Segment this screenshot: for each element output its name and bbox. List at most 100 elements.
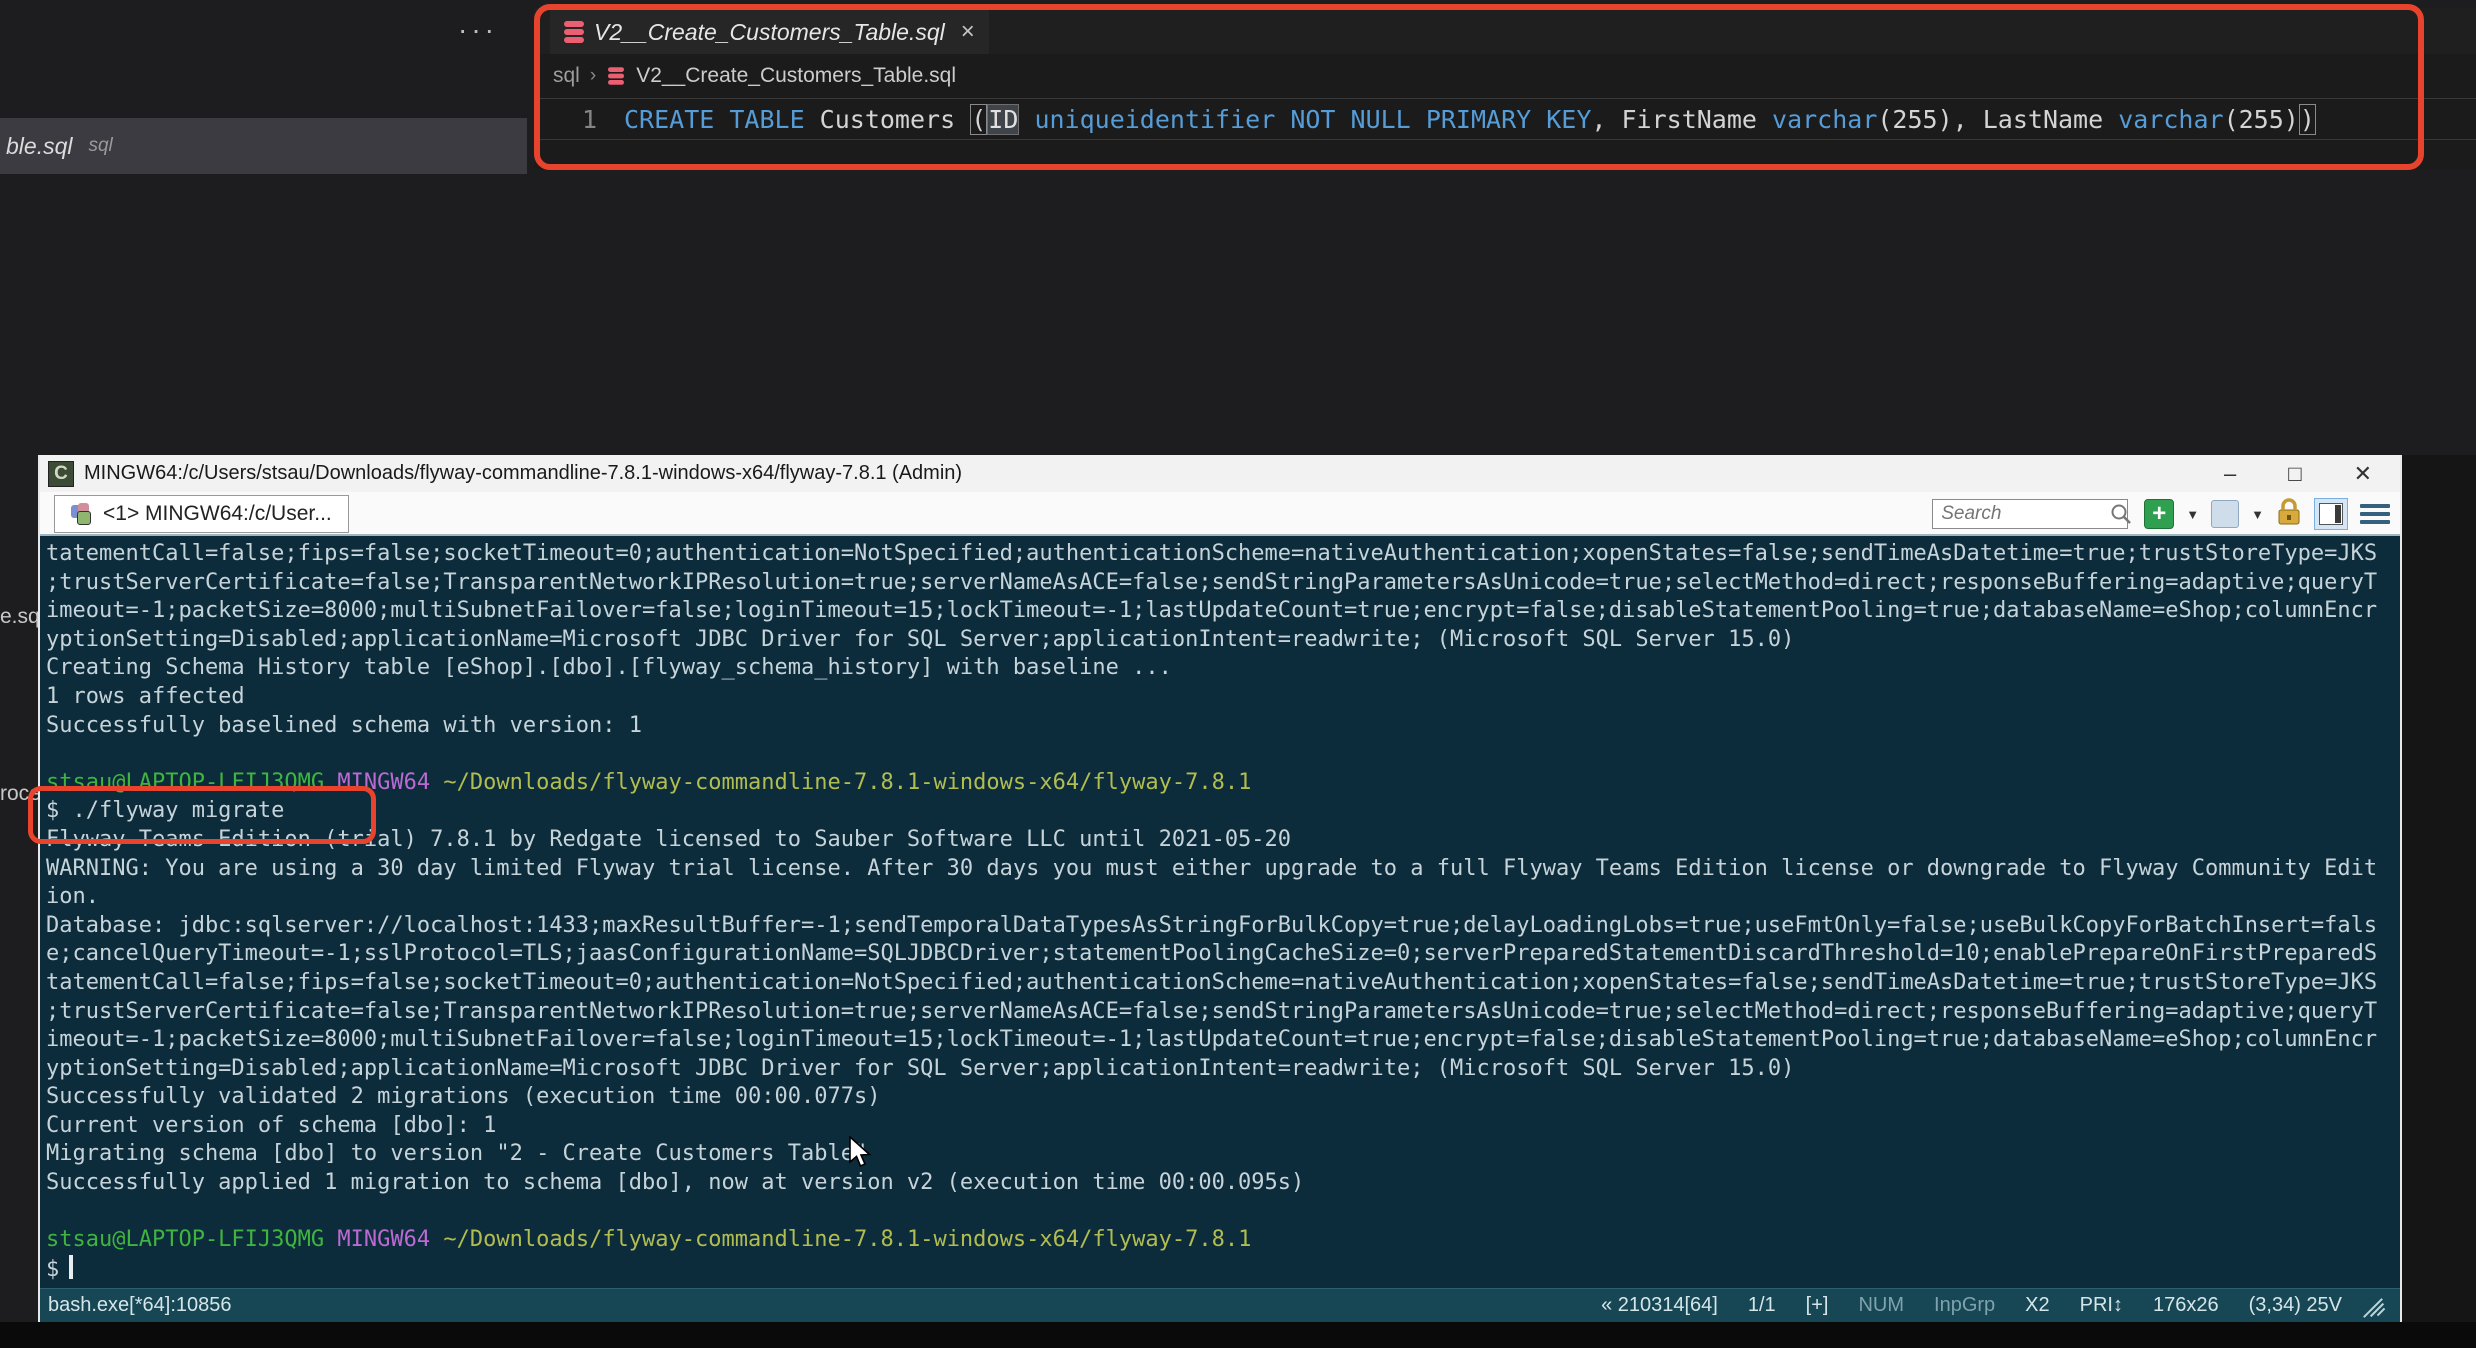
background-shade — [2402, 455, 2476, 1348]
status-item: « 210314[64] — [1601, 1294, 1718, 1316]
background-strip — [0, 1322, 2476, 1348]
code-token: varchar — [1772, 104, 1878, 134]
terminal-line: stsau@LAPTOP-LFIJ3QMG MINGW64 ~/Download… — [46, 769, 1252, 795]
code-token: (255), LastName — [1877, 104, 2119, 134]
status-item: 176x26 — [2152, 1294, 2219, 1316]
terminal-line: Successfully applied 1 migration to sche… — [46, 1170, 1305, 1196]
code-token: uniqueidentifier — [1034, 104, 1276, 134]
status-item: InpGrp — [1934, 1294, 1996, 1316]
terminal-line: Creating Schema History table [eShop].[d… — [46, 655, 1172, 681]
code-token: Customers — [804, 104, 971, 134]
terminal-line: $ ./flyway migrate — [46, 798, 285, 824]
code-token: NOT NULL — [1290, 104, 1411, 134]
status-item: PRI↕ — [2079, 1294, 2123, 1316]
code-token: (255) — [2223, 104, 2299, 134]
editor-tab-sql-file[interactable]: V2__Create_Customers_Table.sql × — [550, 10, 989, 54]
sidebar-fragment-text: roce — [0, 782, 41, 805]
terminal-line: stsau@LAPTOP-LFIJ3QMG MINGW64 ~/Download… — [46, 1227, 1252, 1253]
database-file-icon — [564, 21, 584, 43]
terminal-line: $ — [46, 1254, 2400, 1285]
status-item: NUM — [1858, 1294, 1905, 1316]
terminal-line: Current version of schema [dbo]: 1 — [46, 1112, 497, 1138]
terminal-line: 1 rows affected — [46, 683, 245, 709]
terminal-title-bar[interactable]: C MINGW64:/c/Users/stsau/Downloads/flywa… — [40, 455, 2400, 492]
terminal-line: yptionSetting=Disabled;applicationName=M… — [46, 626, 1795, 652]
terminal-line: ;trustServerCertificate=false;Transparen… — [46, 569, 2378, 595]
terminal-line: ;trustServerCertificate=false;Transparen… — [46, 998, 2378, 1024]
status-item: (3,34) 25V — [2248, 1294, 2342, 1316]
code-token: varchar — [2118, 104, 2224, 134]
close-button[interactable]: ✕ — [2354, 461, 2372, 487]
window-controls: – □ ✕ — [2224, 455, 2372, 492]
background-file-name: ble.sql — [6, 132, 73, 159]
mouse-cursor — [848, 1135, 878, 1170]
new-console-button[interactable]: + — [2144, 499, 2175, 529]
editor-tab-bar: V2__Create_Customers_Table.sql × — [534, 8, 2476, 54]
split-panes-button[interactable] — [2314, 498, 2348, 530]
database-file-icon — [608, 67, 625, 85]
terminal-line: ion. — [46, 884, 99, 910]
chevron-right-icon: › — [589, 65, 597, 86]
console-list-button[interactable] — [2211, 500, 2240, 528]
sql-code-line[interactable]: CREATE TABLE Customers (ID uniqueidentif… — [624, 103, 2316, 135]
terminal-line: WARNING: You are using a 30 day limited … — [46, 855, 2378, 881]
terminal-window: C MINGW64:/c/Users/stsau/Downloads/flywa… — [38, 455, 2402, 1322]
terminal-toolbar: + ▼ ▼ — [1932, 496, 2390, 532]
background-file-detail: sql — [88, 135, 113, 156]
code-token: ID — [987, 103, 1020, 135]
chevron-down-icon[interactable]: ▼ — [2251, 507, 2264, 522]
terminal-status-bar: bash.exe[*64]:10856 « 210314[64] 1/1 [+] NU… — [40, 1288, 2400, 1322]
terminal-line: Successfully validated 2 migrations (exe… — [46, 1084, 881, 1110]
editor-panel: V2__Create_Customers_Table.sql × sql › V… — [534, 8, 2476, 170]
conemu-app-icon: C — [48, 460, 74, 487]
search-input[interactable] — [1932, 499, 2129, 529]
status-item: [+] — [1805, 1294, 1829, 1316]
terminal-output[interactable]: tatementCall=false;fips=false;socketTime… — [40, 536, 2400, 1288]
code-token: CREATE TABLE — [624, 104, 805, 134]
terminal-tab[interactable]: <1> MINGW64:/c/User... — [54, 495, 349, 533]
status-item: 1/1 — [1747, 1294, 1776, 1316]
lock-icon[interactable] — [2276, 497, 2302, 531]
breadcrumb: sql › V2__Create_Customers_Table.sql — [553, 60, 956, 92]
hamburger-menu-icon[interactable] — [2360, 499, 2390, 529]
search-icon[interactable] — [2110, 503, 2132, 525]
code-token: PRIMARY KEY — [1425, 104, 1592, 134]
minimize-button[interactable]: – — [2224, 461, 2236, 487]
breadcrumb-file[interactable]: V2__Create_Customers_Table.sql — [636, 64, 956, 88]
sidebar-fragment-text: e.sq — [0, 605, 40, 628]
line-number: 1 — [582, 104, 598, 134]
chevron-down-icon[interactable]: ▼ — [2186, 507, 2199, 522]
code-token: ) — [2298, 103, 2316, 135]
terminal-tab-label: <1> MINGW64:/c/User... — [103, 502, 332, 525]
terminal-line: e;cancelQueryTimeout=-1;sslProtocol=TLS;… — [46, 941, 2378, 967]
status-item: X2 — [2025, 1294, 2050, 1316]
terminal-line: Migrating schema [dbo] to version "2 - C… — [46, 1141, 868, 1167]
editor-tab-title: V2__Create_Customers_Table.sql — [594, 18, 945, 45]
terminal-line: imeout=-1;packetSize=8000;multiSubnetFai… — [46, 598, 2378, 624]
terminal-cursor — [69, 1254, 74, 1279]
terminal-title: MINGW64:/c/Users/stsau/Downloads/flyway-… — [84, 462, 963, 484]
close-tab-icon[interactable]: × — [961, 18, 975, 46]
code-token: , FirstName — [1591, 104, 1773, 134]
terminal-line: Successfully baselined schema with versi… — [46, 712, 643, 738]
terminal-line: tatementCall=false;fips=false;socketTime… — [46, 541, 2378, 566]
status-indicators: « 210314[64] 1/1 [+] NUM InpGrp X2 PRI↕ 176x26 (… — [1601, 1294, 2342, 1317]
terminal-line: yptionSetting=Disabled;applicationName=M… — [46, 1055, 1795, 1081]
code-current-line[interactable]: 1 CREATE TABLE Customers (ID uniqueident… — [534, 98, 2476, 140]
more-actions-ellipsis[interactable]: ··· — [458, 14, 498, 46]
background-file-row[interactable]: ble.sql sql — [0, 118, 527, 174]
resize-grip[interactable] — [2360, 1295, 2386, 1318]
code-token: ( — [970, 103, 988, 135]
terminal-line: tatementCall=false;fips=false;socketTime… — [46, 969, 2378, 995]
terminal-tab-bar: <1> MINGW64:/c/User... + ▼ ▼ — [40, 492, 2400, 536]
maximize-button[interactable]: □ — [2288, 461, 2301, 487]
breadcrumb-folder[interactable]: sql — [553, 64, 580, 88]
mintty-tab-icon — [71, 503, 93, 525]
terminal-line: imeout=-1;packetSize=8000;multiSubnetFai… — [46, 1027, 2378, 1053]
terminal-line: Flyway Teams Edition (trial) 7.8.1 by Re… — [46, 826, 1292, 852]
